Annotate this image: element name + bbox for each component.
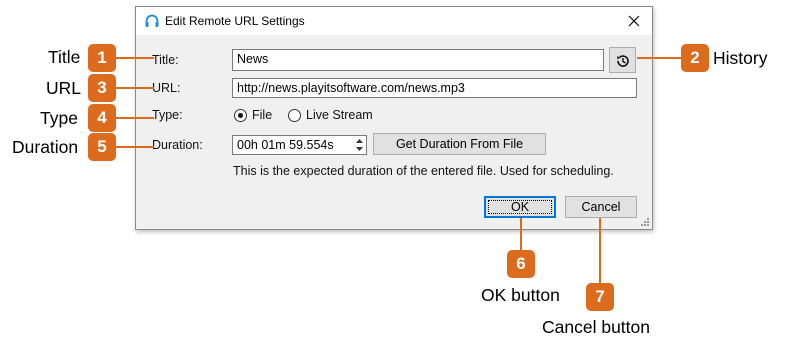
annotation-badge-1: 1 [88,44,116,72]
annotation-line-5 [116,146,154,148]
title-bar: Edit Remote URL Settings [136,7,652,35]
dialog-title: Edit Remote URL Settings [165,14,305,28]
cancel-button[interactable]: Cancel [565,196,637,218]
duration-input[interactable]: 00h 01m 59.554s [232,135,367,155]
annotation-cancel-text: Cancel button [542,317,650,337]
history-icon [616,55,629,67]
close-icon[interactable] [624,11,644,31]
duration-label: Duration: [152,138,203,152]
get-duration-button[interactable]: Get Duration From File [373,133,546,155]
annotation-line-2 [637,57,681,59]
annotation-line-6 [520,218,522,250]
annotation-ok-text: OK button [481,285,560,305]
annotation-line-3 [116,87,154,89]
annotation-title-text: Title [48,47,81,67]
annotation-badge-2: 2 [681,44,709,72]
url-label: URL: [152,81,181,95]
edit-remote-url-dialog: Edit Remote URL Settings Title: News URL… [135,6,653,230]
history-button[interactable] [609,47,636,73]
annotation-badge-5: 5 [88,133,116,161]
annotation-line-1 [116,57,154,59]
annotation-url-text: URL [46,78,82,98]
annotation-history-text: History [713,48,768,68]
annotation-badge-3: 3 [88,74,116,102]
radio-selected-dot [238,113,243,118]
annotation-line-7 [599,218,601,284]
title-input[interactable]: News [232,49,604,71]
file-radio-label[interactable]: File [252,108,272,122]
duration-spinner-icon[interactable] [354,137,365,153]
ok-button[interactable]: OK [484,196,556,218]
resize-grip-icon[interactable] [641,218,650,227]
annotation-badge-4: 4 [88,104,116,132]
annotation-line-4 [116,117,154,119]
headphones-icon [145,14,159,27]
type-label: Type: [152,108,183,122]
annotation-type-text: Type [40,108,78,128]
annotation-duration-text: Duration [12,137,79,157]
file-radio[interactable] [234,109,247,122]
live-stream-radio-label[interactable]: Live Stream [306,108,373,122]
focus-rectangle [488,200,552,214]
title-label: Title: [152,53,179,67]
annotation-badge-6: 6 [507,250,535,278]
url-input[interactable]: http://news.playitsoftware.com/news.mp3 [232,78,637,98]
live-stream-radio[interactable] [288,109,301,122]
annotation-badge-7: 7 [586,283,614,311]
duration-hint: This is the expected duration of the ent… [233,164,614,178]
